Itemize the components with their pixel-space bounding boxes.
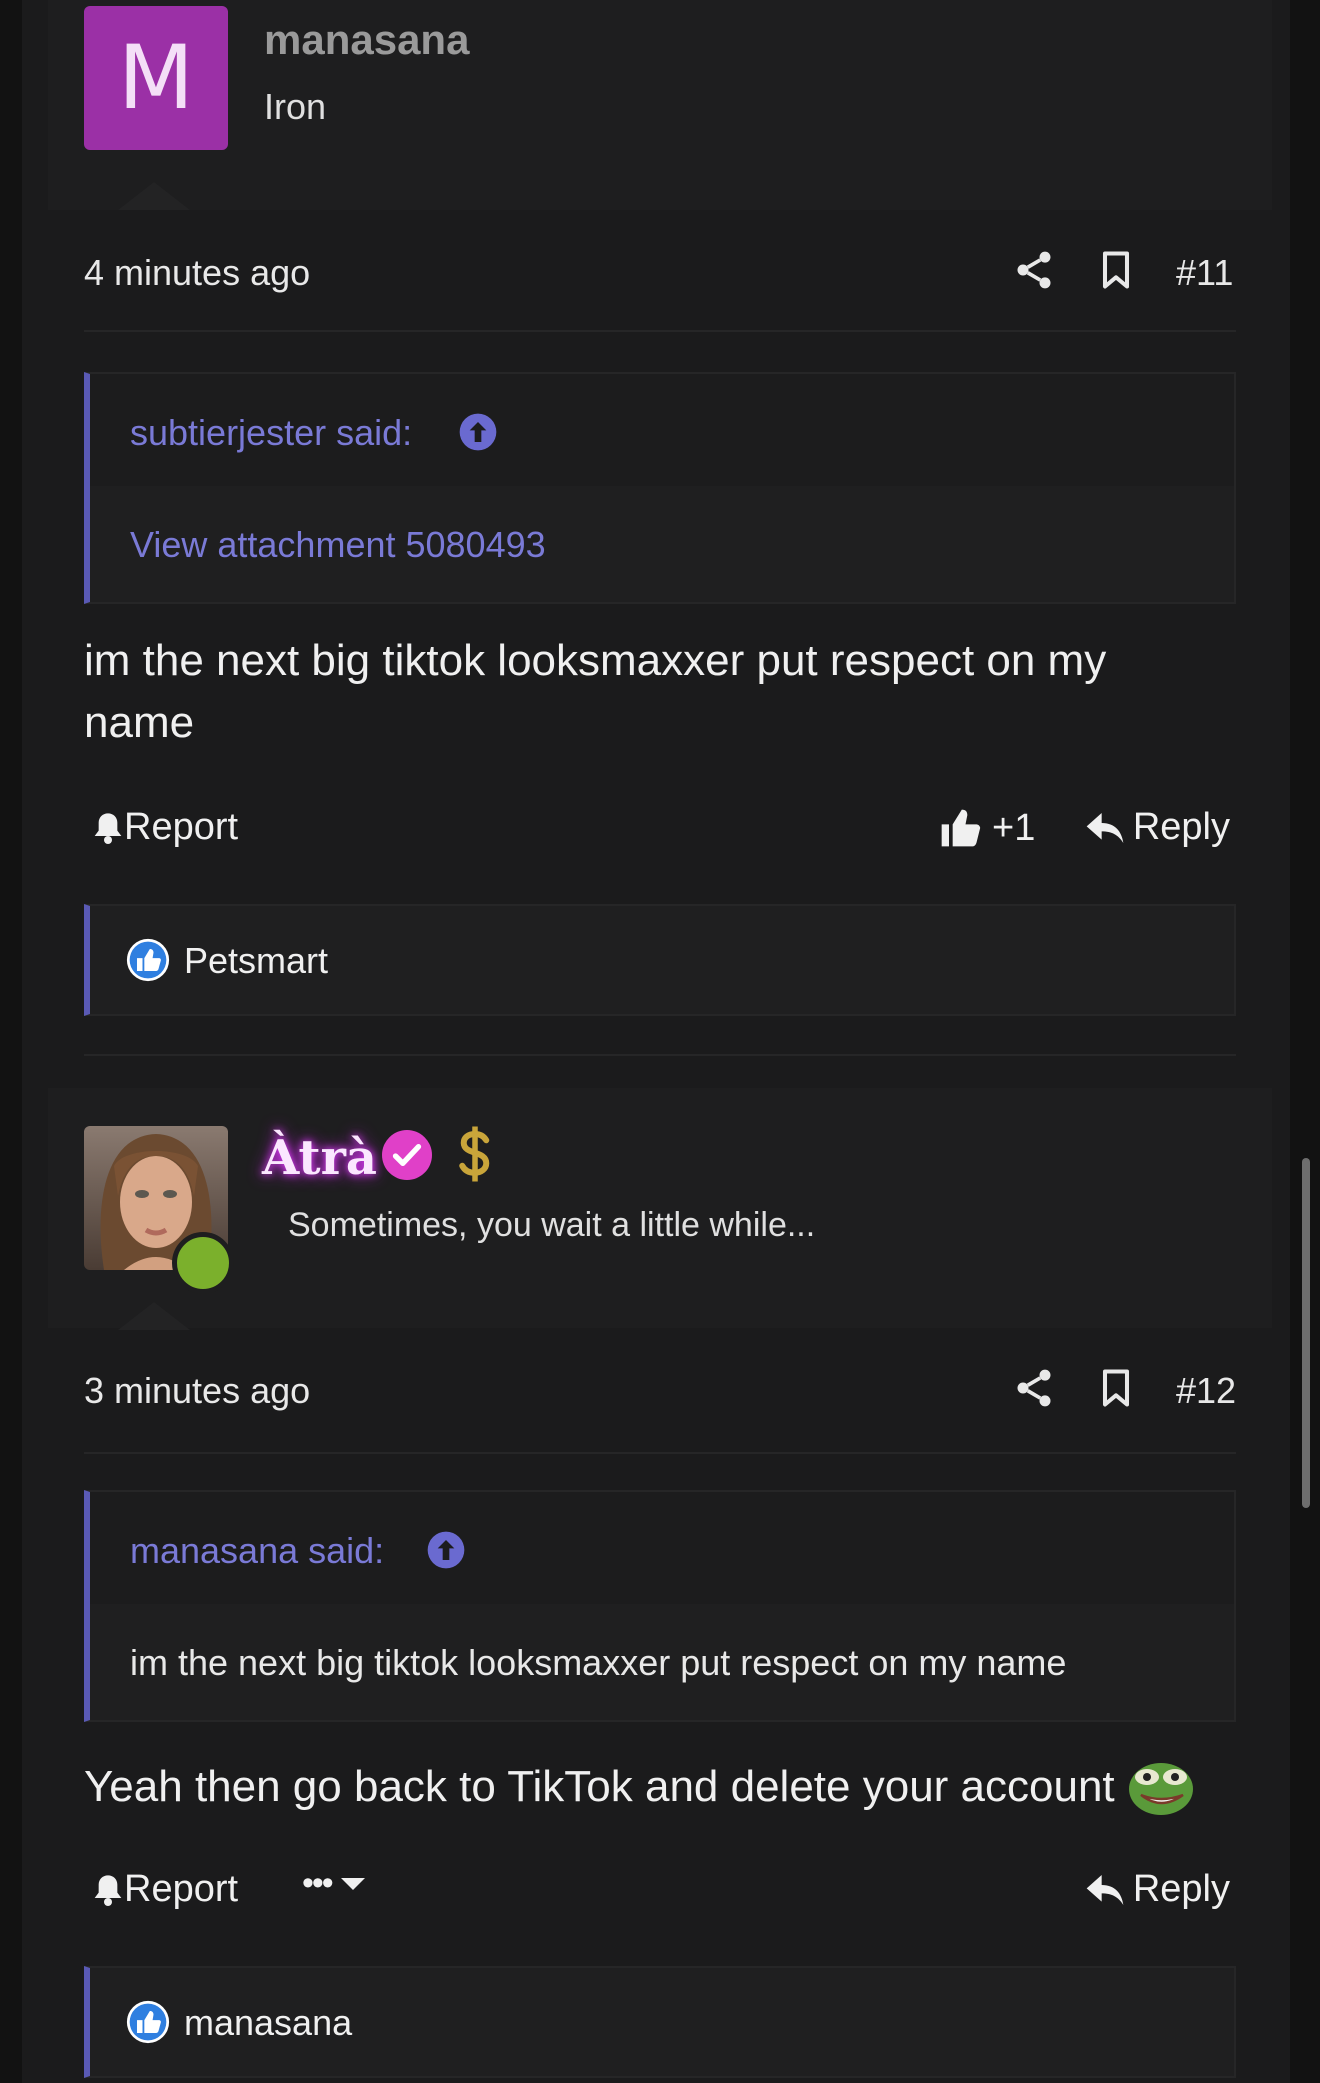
bell-icon (94, 812, 122, 844)
report-button[interactable]: Report (92, 1868, 238, 1911)
more-label: ••• (302, 1864, 334, 1902)
reply-label: Reply (1132, 1868, 1230, 1910)
scrollbar[interactable] (1302, 1158, 1310, 1508)
reply-button[interactable]: Reply (1085, 1868, 1230, 1911)
reactions-bar[interactable]: Petsmart (84, 904, 1236, 1016)
like-badge-icon (126, 938, 170, 982)
reaction-user[interactable]: manasana (184, 2002, 352, 2044)
post-actions: Report +1 Reply (84, 800, 1236, 860)
bookmark-icon[interactable] (1094, 248, 1138, 292)
attachment-link[interactable]: View attachment 5080493 (130, 524, 546, 566)
reply-label: Reply (1132, 806, 1230, 848)
quote-header: subtierjester said: (90, 374, 1234, 486)
post-actions: Report ••• Reply (84, 1862, 1236, 1922)
share-icon[interactable] (1012, 248, 1056, 292)
post-timestamp[interactable]: 4 minutes ago (84, 252, 310, 294)
quote-header: manasana said: (90, 1492, 1234, 1604)
quote-block: subtierjester said: View attachment 5080… (84, 372, 1236, 604)
post-number[interactable]: #11 (1176, 252, 1233, 294)
username[interactable]: Àtrà (262, 1130, 377, 1186)
post-text-line: Yeah then go back to TikTok and delete y… (84, 1762, 1115, 1811)
post-meta: 3 minutes ago #12 (84, 1362, 1236, 1422)
divider (84, 330, 1236, 332)
report-button[interactable]: Report (92, 806, 238, 849)
arrow-up-circle-icon[interactable] (426, 1530, 466, 1570)
post-11-user-panel (48, 0, 1272, 210)
avatar[interactable]: M (84, 6, 228, 150)
reactions-bar[interactable]: manasana (84, 1966, 1236, 2078)
reaction-user[interactable]: Petsmart (184, 940, 328, 982)
like-badge-icon (126, 2000, 170, 2044)
post-meta: 4 minutes ago #11 (84, 244, 1234, 304)
reply-arrow-icon (1086, 812, 1124, 843)
user-panel-arrow (118, 1302, 190, 1330)
reply-arrow-icon (1086, 1874, 1124, 1905)
post-body: Yeah then go back to TikTok and delete y… (84, 1756, 1234, 1818)
report-label: Report (124, 806, 239, 848)
verified-badge-icon (382, 1130, 432, 1180)
arrow-up-circle-icon[interactable] (458, 412, 498, 452)
quote-author[interactable]: manasana said: (130, 1530, 384, 1572)
post-divider (84, 1054, 1236, 1056)
pepe-emoji-icon (1128, 1763, 1193, 1815)
share-icon[interactable] (1012, 1366, 1056, 1410)
username[interactable]: manasana (264, 16, 469, 64)
post-body: im the next big tiktok looksmaxxer put r… (84, 630, 1234, 754)
quote-text: im the next big tiktok looksmaxxer put r… (130, 1642, 1067, 1683)
user-title: Sometimes, you wait a little while... (288, 1206, 816, 1244)
user-title: Iron (264, 86, 327, 127)
report-label: Report (124, 1868, 239, 1910)
post-text-line: name (84, 698, 195, 747)
chevron-down-icon (340, 1877, 365, 1890)
online-status-indicator (172, 1232, 234, 1294)
thumbs-up-icon (941, 809, 981, 847)
bookmark-icon[interactable] (1094, 1366, 1138, 1410)
reaction-count: +1 (992, 806, 1036, 849)
post-timestamp[interactable]: 3 minutes ago (84, 1370, 310, 1412)
post-text-line: im the next big tiktok looksmaxxer put r… (84, 636, 1107, 685)
dollar-icon (459, 1126, 490, 1182)
reply-button[interactable]: Reply (1085, 806, 1230, 849)
quote-author[interactable]: subtierjester said: (130, 412, 412, 454)
like-button[interactable]: +1 (938, 806, 1035, 850)
bell-icon (94, 1874, 122, 1906)
post-number[interactable]: #12 (1176, 1370, 1236, 1412)
divider (84, 1452, 1236, 1454)
user-panel-arrow (118, 182, 190, 210)
more-options-button[interactable]: ••• (302, 1864, 366, 1903)
quote-block: manasana said: im the next big tiktok lo… (84, 1490, 1236, 1722)
forum-thread-page: M manasana Iron 4 minutes ago #11 subtie… (0, 0, 1320, 2083)
